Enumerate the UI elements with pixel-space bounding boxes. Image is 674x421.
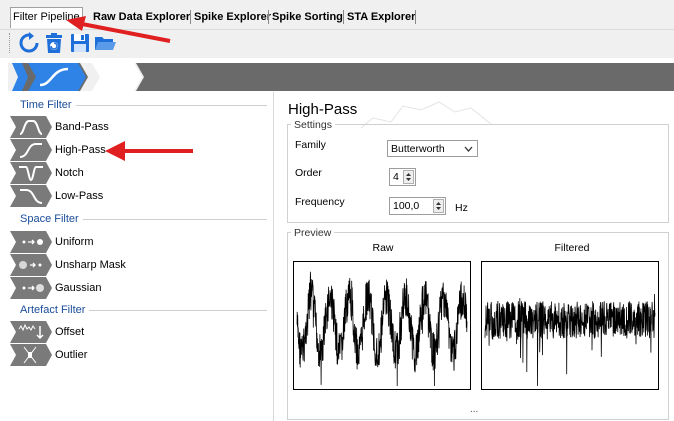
frequency-label: Frequency [295,196,345,208]
filter-item-label: Offset [55,326,85,338]
tab-separator [268,10,269,24]
frequency-unit: Hz [455,202,468,214]
tab-separator [190,10,191,24]
family-select[interactable]: Butterworth [387,140,478,157]
settings-legend: Settings [291,119,335,131]
more-indicator: ... [470,404,479,415]
gaussian-icon [10,277,52,299]
filter-item-notch[interactable]: Notch [10,162,260,184]
raw-preview-plot [293,261,471,390]
chevron-down-icon [464,146,473,152]
filter-item-label: Uniform [55,236,94,248]
filter-item-low-pass[interactable]: Low-Pass [10,185,260,207]
high-pass-filter-stage[interactable] [28,63,86,91]
group-title-artefact-filter: Artefact Filter [20,304,90,316]
filter-item-offset[interactable]: Offset [10,321,260,343]
outlier-icon [10,344,52,366]
tab-separator [415,10,416,24]
tab-separator [343,10,344,24]
preview-legend: Preview [291,227,335,239]
pipeline-stages [8,63,144,91]
filter-title: High-Pass [288,101,358,118]
group-title-time-filter: Time Filter [20,99,76,111]
raw-plot-title: Raw [372,242,394,254]
filter-item-label: High-Pass [55,144,106,156]
uniform-icon [10,231,52,253]
filter-item-label: Outlier [55,349,88,361]
annotation-arrow-high-pass [105,141,193,161]
filter-item-band-pass[interactable]: Band-Pass [10,116,260,138]
group-title-space-filter: Space Filter [20,213,83,225]
tab-spike-sorting[interactable]: Spike Sorting [270,9,345,25]
family-select-value: Butterworth [391,143,445,155]
filtered-plot-title: Filtered [554,242,590,254]
filter-item-label: Unsharp Mask [55,259,126,271]
filtered-waveform [484,293,656,387]
filter-settings-panel: High-Pass Settings Family Butterworth Or… [281,92,674,421]
filter-item-gaussian[interactable]: Gaussian [10,277,260,299]
refresh-icon[interactable] [18,32,40,54]
filter-item-label: Gaussian [55,282,102,294]
frequency-value: 100,0 [393,200,420,212]
filter-item-uniform[interactable]: Uniform [10,231,260,253]
filter-item-label: Low-Pass [55,190,104,202]
frequency-stepper[interactable]: 100,0 [389,197,446,215]
filter-item-label: Notch [55,167,84,179]
settings-group [287,124,669,223]
filter-item-unsharp-mask[interactable]: Unsharp Mask [10,254,260,276]
annotation-arrow-tab [66,16,171,43]
frequency-spin-buttons[interactable] [433,199,444,213]
order-value: 4 [393,171,399,183]
order-spin-buttons[interactable] [403,170,414,184]
filtered-preview-plot [481,261,659,390]
notch-icon [10,162,52,184]
order-stepper[interactable]: 4 [389,168,416,186]
unsharp-mask-icon [10,254,52,276]
tab-sta-explorer[interactable]: STA Explorer [345,9,417,25]
tab-spike-explorer[interactable]: Spike Explorer [192,9,273,25]
toolbar-grip [9,33,12,53]
offset-icon [10,321,52,343]
order-label: Order [295,167,322,179]
band-pass-icon [10,116,52,138]
high-pass-icon [10,139,52,161]
low-pass-icon [10,185,52,207]
delete-icon[interactable] [43,32,65,54]
filter-item-outlier[interactable]: Outlier [10,344,260,366]
raw-trace [296,271,468,387]
filter-item-label: Band-Pass [55,121,109,133]
family-label: Family [295,139,326,151]
filtered-trace [484,293,656,387]
raw-waveform [296,271,468,387]
